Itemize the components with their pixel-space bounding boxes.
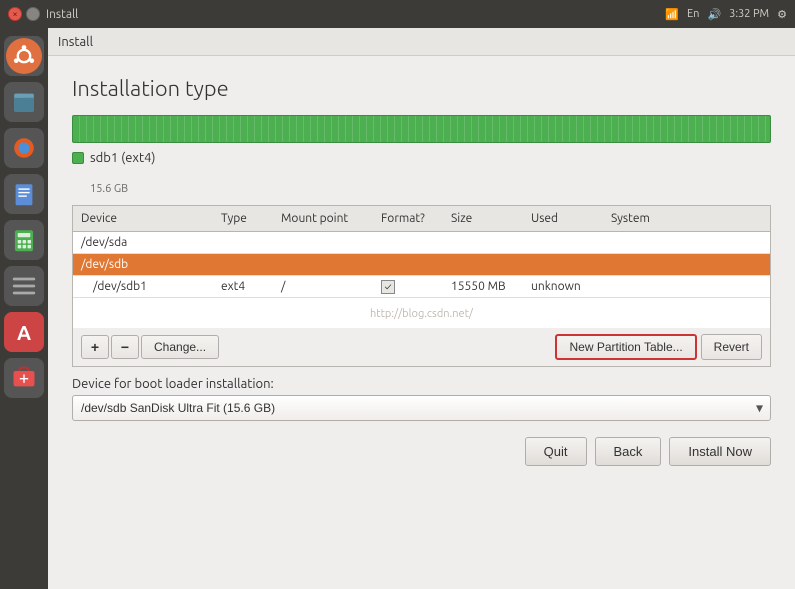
td-system-sda — [603, 241, 770, 245]
change-partition-button[interactable]: Change... — [141, 335, 219, 359]
td-used-sdb1: unknown — [523, 278, 603, 295]
td-system-sdb1 — [603, 285, 770, 289]
legend-color-sdb1 — [72, 152, 84, 164]
legend-size: 15.6 GB — [90, 183, 128, 195]
td-device-sda: /dev/sda — [73, 234, 213, 251]
partition-bar-stripes — [73, 116, 770, 142]
td-size-sdb — [443, 263, 523, 267]
table-row[interactable]: /dev/sda — [73, 232, 770, 254]
td-system-sdb — [603, 263, 770, 267]
td-used-sdb — [523, 263, 603, 267]
titlebar-left: × Install — [8, 7, 78, 21]
th-system: System — [603, 209, 770, 228]
clock: 3:32 PM — [729, 8, 769, 20]
sidebar-ubuntu-icon[interactable] — [4, 36, 44, 76]
table-row-sdb1[interactable]: /dev/sdb1 ext4 / ✓ 15550 MB unknown — [73, 276, 770, 298]
watermark-text: http://blog.csdn.net/ — [370, 302, 473, 326]
th-size: Size — [443, 209, 523, 228]
main-content: Install Installation type sdb1 (ext4) 15… — [48, 28, 795, 589]
th-type: Type — [213, 209, 273, 228]
td-type-sdb — [213, 263, 273, 267]
table-actions: + − Change... New Partition Table... Rev… — [72, 328, 771, 367]
th-device: Device — [73, 209, 213, 228]
window-title: Install — [46, 8, 78, 21]
boot-loader-select-wrapper: /dev/sdb SanDisk Ultra Fit (15.6 GB) — [72, 395, 771, 421]
td-device-sdb: /dev/sdb — [73, 256, 213, 273]
revert-button[interactable]: Revert — [701, 334, 762, 360]
table-body: /dev/sda /dev/sdb — [73, 232, 770, 328]
sidebar-calc-icon[interactable] — [4, 220, 44, 260]
ubuntu-logo — [6, 38, 42, 74]
td-mount-sdb — [273, 263, 373, 267]
boot-loader-label: Device for boot loader installation: — [72, 377, 771, 391]
td-format-sdb1: ✓ — [373, 278, 443, 296]
settings-icon: ⚙ — [777, 8, 787, 21]
window-titlebar: Install — [48, 28, 795, 56]
sidebar-files-icon[interactable] — [4, 82, 44, 122]
sidebar-store-icon[interactable] — [4, 358, 44, 398]
titlebar-right: 📶 En 🔊 3:32 PM ⚙ — [665, 8, 787, 21]
partition-table-header-row: Device Type Mount point Format? Size Use… — [72, 205, 771, 328]
partition-table-container: Device Type Mount point Format? Size Use… — [72, 205, 771, 367]
td-type-sda — [213, 241, 273, 245]
remove-partition-button[interactable]: − — [111, 335, 139, 359]
td-mount-sdb1: / — [273, 278, 373, 295]
table-actions-right: New Partition Table... Revert — [555, 334, 762, 360]
content-area: Installation type sdb1 (ext4) 15.6 GB De… — [48, 56, 795, 589]
new-partition-table-button[interactable]: New Partition Table... — [555, 334, 696, 360]
td-size-sda — [443, 241, 523, 245]
table-actions-left: + − Change... — [81, 335, 219, 359]
volume-icon: 🔊 — [707, 8, 721, 21]
close-button[interactable]: × — [8, 7, 22, 21]
td-format-sdb — [373, 263, 443, 267]
sidebar-text-icon[interactable] — [4, 174, 44, 214]
table-header: Device Type Mount point Format? Size Use… — [73, 206, 770, 232]
network-icon: 📶 — [665, 8, 679, 21]
app-container: A Install Installation type sdb1 (ext4) — [0, 28, 795, 589]
quit-button[interactable]: Quit — [525, 437, 587, 466]
language-indicator: En — [687, 8, 699, 20]
th-used: Used — [523, 209, 603, 228]
back-button[interactable]: Back — [595, 437, 662, 466]
th-format: Format? — [373, 209, 443, 228]
table-row-selected[interactable]: /dev/sdb — [73, 254, 770, 276]
titlebar: × Install 📶 En 🔊 3:32 PM ⚙ — [0, 0, 795, 28]
minimize-button[interactable] — [26, 7, 40, 21]
th-mount: Mount point — [273, 209, 373, 228]
partition-legend: sdb1 (ext4) 15.6 GB — [72, 151, 771, 195]
page-title: Installation type — [72, 76, 771, 101]
sidebar: A — [0, 28, 48, 589]
td-mount-sda — [273, 241, 373, 245]
bottom-buttons: Quit Back Install Now — [72, 437, 771, 466]
titlebar-controls: × — [8, 7, 40, 21]
add-partition-button[interactable]: + — [81, 335, 109, 359]
install-now-button[interactable]: Install Now — [669, 437, 771, 466]
boot-loader-section: Device for boot loader installation: /de… — [72, 377, 771, 421]
sidebar-font-icon[interactable]: A — [4, 312, 44, 352]
format-checkbox[interactable]: ✓ — [381, 280, 395, 294]
watermark-row: http://blog.csdn.net/ — [73, 298, 770, 328]
td-type-sdb1: ext4 — [213, 278, 273, 295]
td-device-sdb1: /dev/sdb1 — [73, 278, 213, 295]
install-window-title: Install — [58, 35, 93, 49]
legend-label: sdb1 (ext4) — [90, 151, 156, 165]
td-format-sda — [373, 241, 443, 245]
td-used-sda — [523, 241, 603, 245]
sidebar-settings-icon[interactable] — [4, 266, 44, 306]
sidebar-browser-icon[interactable] — [4, 128, 44, 168]
partition-bar — [72, 115, 771, 143]
boot-loader-select[interactable]: /dev/sdb SanDisk Ultra Fit (15.6 GB) — [72, 395, 771, 421]
font-label: A — [17, 321, 31, 344]
td-size-sdb1: 15550 MB — [443, 278, 523, 295]
